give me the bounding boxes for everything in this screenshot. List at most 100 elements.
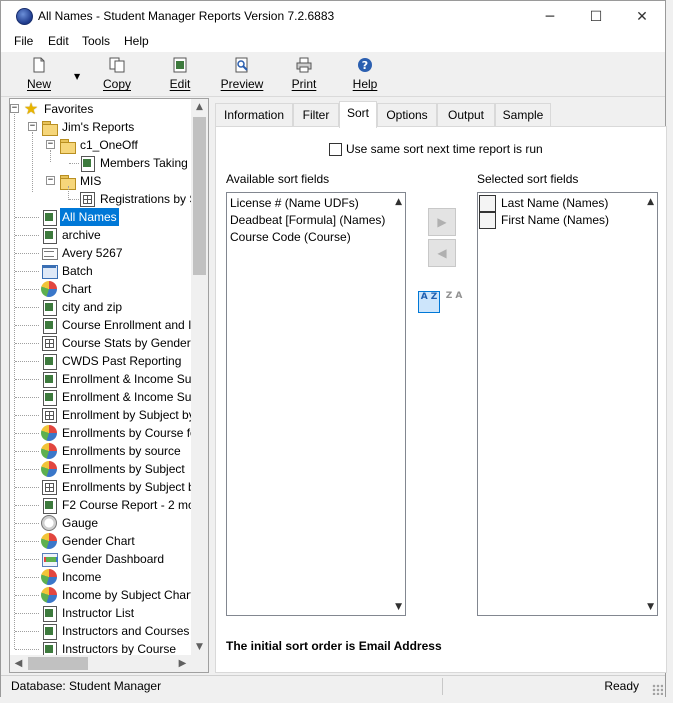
tree-connector: [15, 253, 39, 254]
add-field-button[interactable]: ▶: [428, 208, 456, 236]
scroll-thumb[interactable]: [28, 657, 88, 670]
mis-collapse-toggle[interactable]: −: [46, 176, 55, 185]
window-title: All Names - Student Manager Reports Vers…: [38, 9, 335, 23]
tab-filter[interactable]: Filter: [293, 103, 339, 127]
close-button[interactable]: ✕: [619, 1, 665, 32]
batch-icon: [41, 263, 58, 279]
tree-item-label: Income by Subject Chart: [62, 588, 194, 602]
tree-connector: [15, 271, 39, 272]
selected-fields-list[interactable]: Last Name (Names) First Name (Names) ▲ ▼: [477, 192, 658, 616]
maximize-button[interactable]: ☐: [573, 1, 619, 32]
pie-chart-icon: [41, 281, 57, 297]
report-icon: [41, 353, 57, 370]
preview-button[interactable]: Preview: [218, 55, 266, 95]
copy-label: Copy: [102, 77, 131, 91]
star-icon: ★: [23, 99, 39, 118]
crosstab-icon: [41, 335, 57, 351]
tree-connector: [15, 343, 39, 344]
tree-connector: [15, 415, 39, 416]
favorites-collapse-toggle[interactable]: −: [10, 104, 19, 113]
tab-sort[interactable]: Sort: [339, 101, 377, 128]
copy-button[interactable]: Copy: [99, 55, 135, 95]
tree-connector: [15, 469, 39, 470]
tree-item-label: Batch: [62, 264, 93, 278]
scroll-up-icon[interactable]: ▲: [191, 99, 208, 116]
menu-file[interactable]: File: [14, 34, 33, 48]
report-icon: [41, 623, 57, 640]
tree-vertical-scrollbar[interactable]: ▲ ▼: [191, 99, 208, 656]
tree-item-label: Enrollments by Subject b: [62, 480, 195, 494]
tree-connector: [15, 361, 39, 362]
sort-ascending-icon[interactable]: A Z: [418, 291, 440, 313]
tree-connector: [14, 114, 15, 649]
printer-icon: [296, 57, 312, 73]
menu-bar: File Edit Tools Help: [1, 32, 665, 52]
help-label: Help: [352, 77, 378, 91]
scroll-down-icon[interactable]: ▼: [191, 639, 208, 656]
tree-item-label: Enrollment & Income Su: [62, 390, 192, 404]
tree-connector: [15, 451, 39, 452]
report-icon: [41, 317, 57, 334]
tree-connector: [69, 163, 79, 164]
jims-reports-collapse-toggle[interactable]: −: [28, 122, 37, 131]
tree-horizontal-scrollbar[interactable]: ◀ ▶: [10, 655, 208, 672]
dashboard-icon: [41, 551, 58, 567]
tab-sample[interactable]: Sample: [495, 103, 551, 127]
tree-item-label: Enrollment & Income Su: [62, 372, 192, 386]
tree-connector: [15, 523, 39, 524]
list-item[interactable]: License # (Name UDFs): [230, 195, 359, 212]
help-button[interactable]: ? Help: [350, 55, 380, 95]
c1-oneoff-collapse-toggle[interactable]: −: [46, 140, 55, 149]
tree-connector: [15, 559, 39, 560]
sort-direction-box[interactable]: [479, 212, 496, 229]
remove-field-button[interactable]: ◀: [428, 239, 456, 267]
checkbox-box[interactable]: [329, 143, 342, 156]
crosstab-icon: [79, 191, 95, 207]
sort-descending-icon[interactable]: Z A: [443, 291, 465, 313]
tree-item-label: Registrations by S: [100, 192, 198, 206]
scroll-down-icon[interactable]: ▼: [647, 602, 654, 612]
pie-chart-icon: [41, 461, 57, 477]
sort-direction-box[interactable]: [479, 195, 496, 212]
report-icon: [41, 299, 57, 316]
report-icon: [41, 227, 57, 244]
print-button[interactable]: Print: [288, 55, 320, 95]
tree-item-label: Gender Dashboard: [62, 552, 165, 566]
scroll-down-icon[interactable]: ▼: [395, 602, 402, 612]
folder-icon: [41, 119, 58, 136]
sort-panel: Use same sort next time report is run Av…: [215, 126, 667, 673]
tree-connector: [15, 613, 39, 614]
list-item-label: Last Name (Names): [501, 196, 609, 210]
tree-item-label: Income: [62, 570, 102, 584]
tree-item-label: Enrollments by source: [62, 444, 181, 458]
scroll-left-icon[interactable]: ◀: [10, 655, 27, 672]
scroll-thumb[interactable]: [193, 117, 206, 275]
list-item[interactable]: Deadbeat [Formula] (Names): [230, 212, 385, 229]
tree-connector: [15, 379, 39, 380]
new-dropdown-icon[interactable]: ▼: [74, 72, 80, 81]
tree-connector: [15, 235, 39, 236]
resize-grip-icon[interactable]: [652, 684, 663, 695]
preview-label: Preview: [220, 77, 264, 91]
list-item[interactable]: Course Code (Course): [230, 229, 351, 246]
menu-tools[interactable]: Tools: [82, 34, 110, 48]
status-divider: [442, 678, 443, 695]
pie-chart-icon: [41, 443, 57, 459]
scroll-right-icon[interactable]: ▶: [174, 655, 191, 672]
tree-connector: [32, 132, 33, 192]
crosstab-icon: [41, 407, 57, 423]
minimize-button[interactable]: ─: [527, 1, 573, 32]
tree-item-label: MIS: [80, 174, 102, 188]
tab-information[interactable]: Information: [215, 103, 293, 127]
scroll-up-icon[interactable]: ▲: [647, 197, 654, 207]
new-button[interactable]: New: [23, 55, 55, 95]
menu-edit[interactable]: Edit: [48, 34, 69, 48]
tab-options[interactable]: Options: [377, 103, 437, 127]
scroll-up-icon[interactable]: ▲: [395, 197, 402, 207]
report-tree[interactable]: − ★ Favorites − Jim's Reports − c1_OneOf…: [9, 98, 209, 673]
edit-button[interactable]: Edit: [164, 55, 196, 95]
tree-connector: [15, 487, 39, 488]
available-fields-list[interactable]: License # (Name UDFs) Deadbeat [Formula]…: [226, 192, 406, 616]
tab-output[interactable]: Output: [437, 103, 495, 127]
menu-help[interactable]: Help: [124, 34, 149, 48]
